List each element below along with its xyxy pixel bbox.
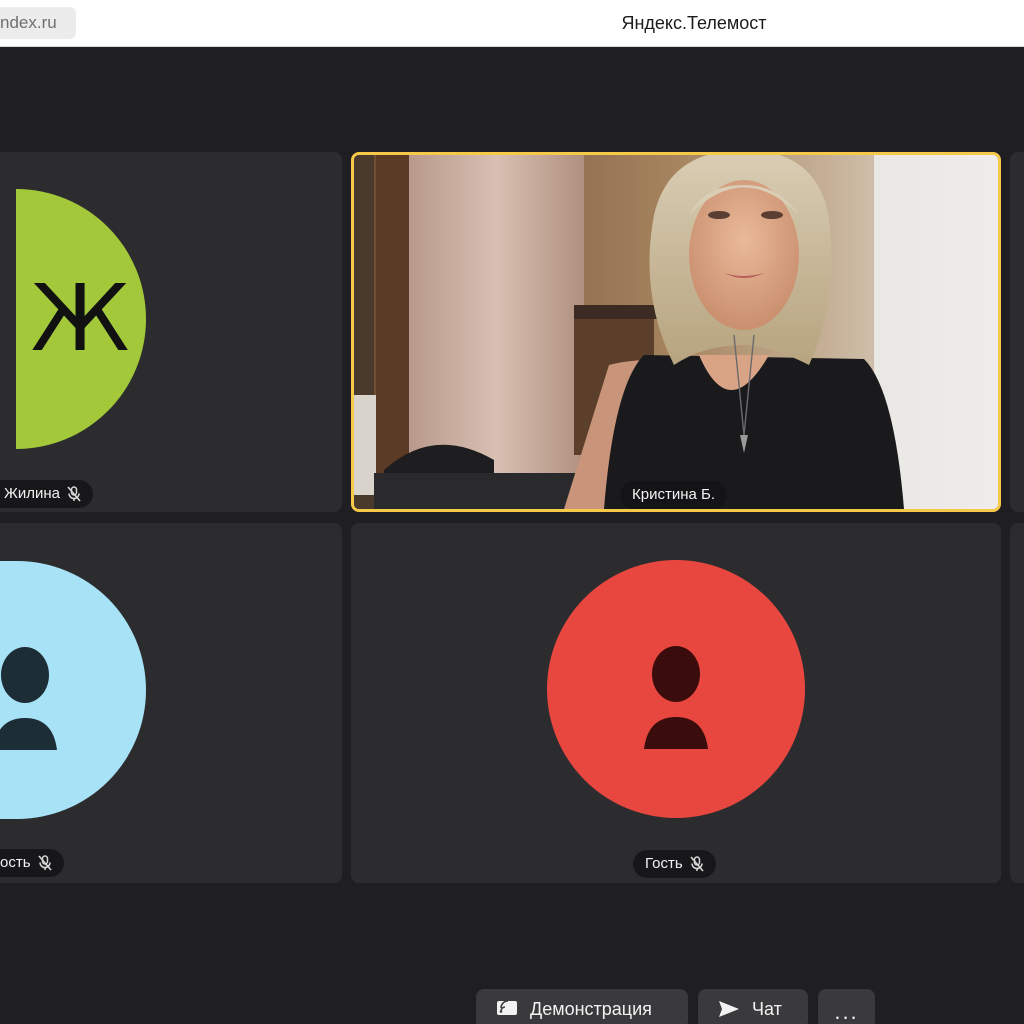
screen-share-button[interactable]: Демонстрация [476,989,688,1024]
participant-tile-guest-2[interactable]: Гость [351,523,1001,883]
avatar-initial: Ж [30,265,130,372]
participant-tile-offscreen-1[interactable] [1010,152,1024,512]
participant-name: Жилина [4,485,60,502]
participant-tile-zhilina[interactable]: Ж Жилина [0,152,342,512]
user-silhouette-icon [644,646,708,749]
participant-name-badge: Кристина Б. [620,481,728,509]
participant-avatar [547,560,805,818]
chat-button[interactable]: Чат [698,989,808,1024]
participant-name: Гость [645,855,683,872]
participant-tile-offscreen-2[interactable] [1010,523,1024,883]
participant-video [354,155,998,509]
mic-off-icon [67,486,81,502]
participant-name: ость [0,854,31,871]
participant-name-badge: Жилина [0,480,93,508]
telemost-window: ndex.ru Яндекс.Телемост Ж Жилина Кристин… [0,0,1024,1024]
browser-title-bar: ndex.ru Яндекс.Телемост [0,0,1024,47]
user-silhouette-icon [0,647,57,750]
participant-avatar [0,561,146,819]
send-icon [719,1001,739,1017]
participant-name-badge: ость [0,849,64,877]
screen-share-icon [497,1000,517,1015]
more-icon: ... [834,999,859,1024]
chat-label: Чат [752,998,782,1019]
more-button[interactable]: ... [818,989,875,1024]
screen-share-label: Демонстрация [530,998,652,1019]
participant-tile-kristina[interactable]: Кристина Б. [351,152,1001,512]
participant-tile-guest-1[interactable]: ость [0,523,342,883]
participant-avatar: Ж [16,189,146,449]
participant-name: Кристина Б. [632,486,716,503]
mic-off-icon [690,856,704,872]
participant-name-badge: Гость [633,850,716,878]
mic-off-icon [37,855,52,871]
window-title: Яндекс.Телемост [621,13,767,33]
